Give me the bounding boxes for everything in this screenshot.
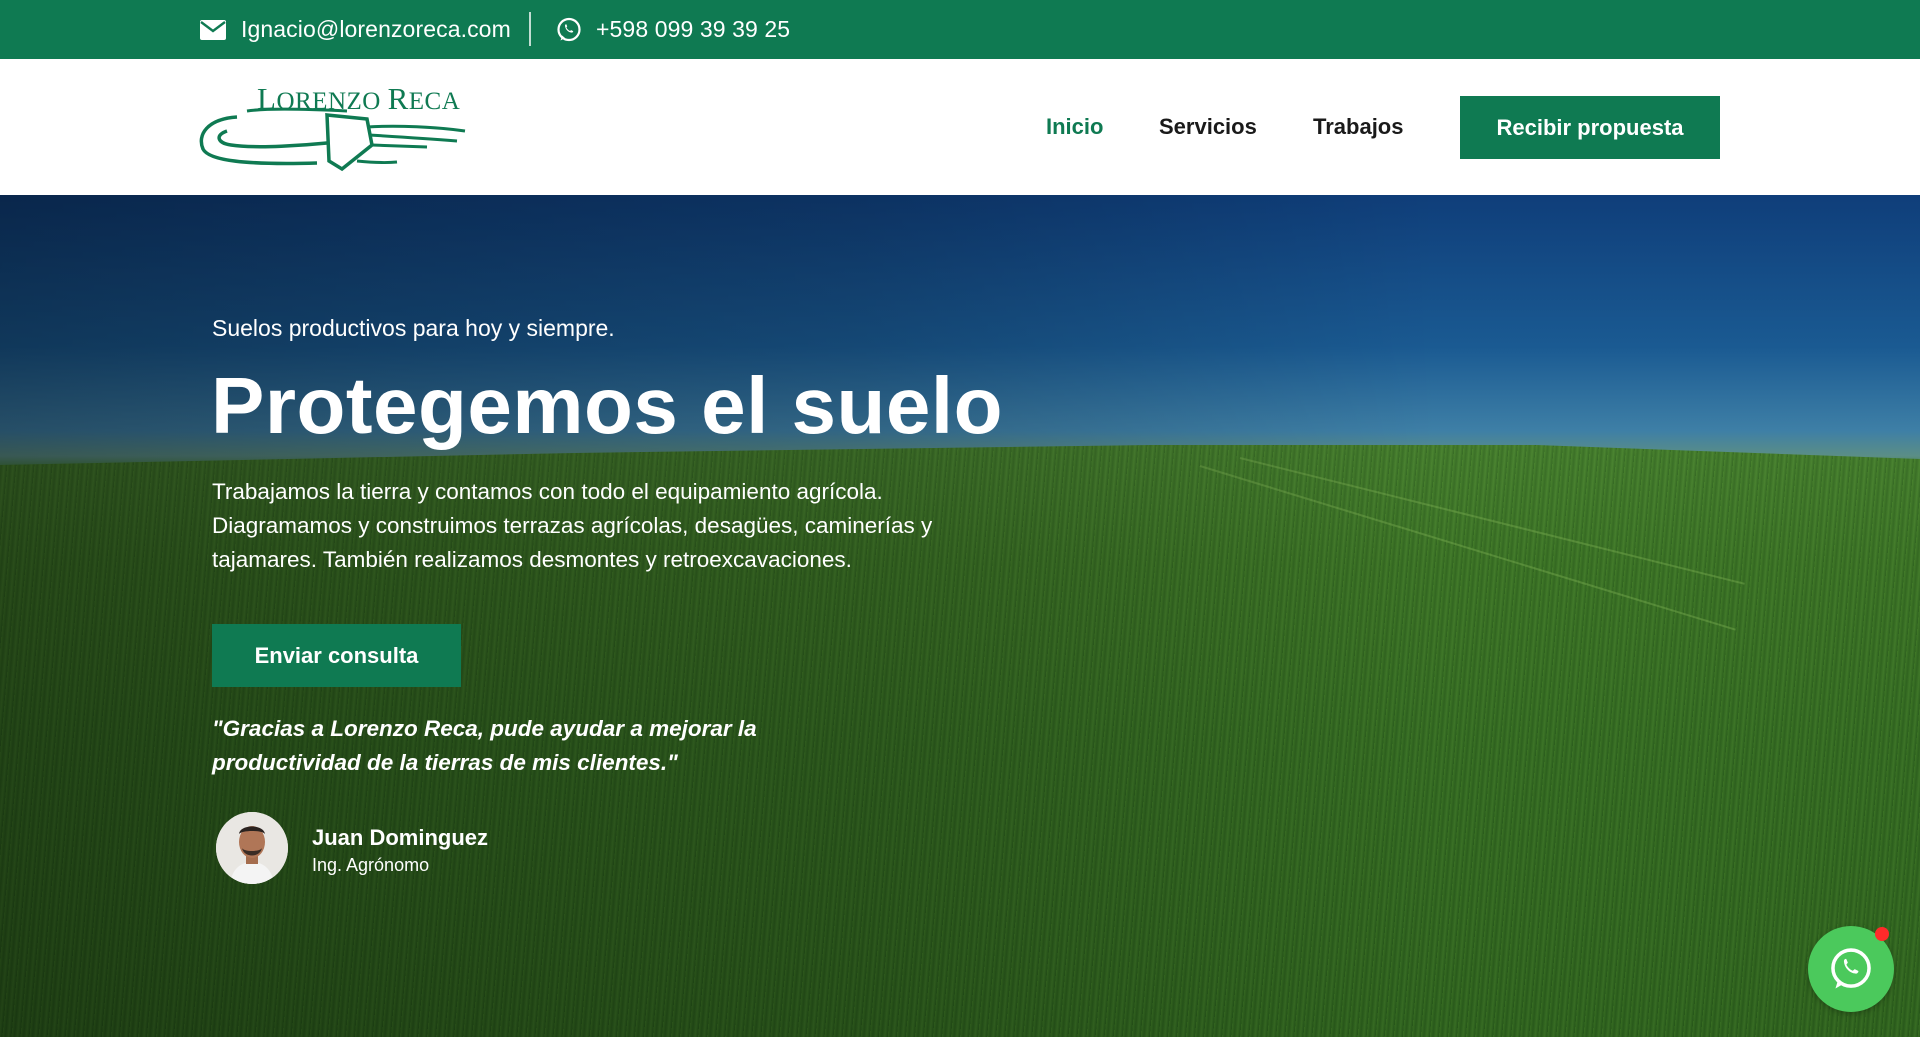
testimonial-author-role: Ing. Agrónomo xyxy=(312,855,430,875)
email-link[interactable]: Ignacio@lorenzoreca.com xyxy=(199,0,511,59)
nav-trabajos[interactable]: Trabajos xyxy=(1313,59,1403,195)
top-contact-bar: Ignacio@lorenzoreca.com +598 099 39 39 2… xyxy=(0,0,1920,59)
testimonial-author-name: Juan Dominguez xyxy=(312,825,489,850)
nav-inicio[interactable]: Inicio xyxy=(1046,59,1103,195)
phone-link[interactable]: +598 099 39 39 25 xyxy=(556,0,790,59)
avatar xyxy=(216,812,288,884)
hero-description: Trabajamos la tierra y contamos con todo… xyxy=(212,479,933,572)
whatsapp-icon xyxy=(1831,948,1871,989)
request-proposal-button[interactable]: Recibir propuesta xyxy=(1460,96,1720,159)
hero-section: Suelos productivos para hoy y siempre. P… xyxy=(0,195,1920,1037)
hero-title: Protegemos el suelo xyxy=(211,361,1003,450)
plough-logo-icon xyxy=(199,107,466,172)
testimonial-quote: "Gracias a Lorenzo Reca, pude ayudar a m… xyxy=(212,716,757,775)
person-avatar-icon xyxy=(216,812,288,884)
notification-dot xyxy=(1875,927,1889,941)
send-inquiry-button[interactable]: Enviar consulta xyxy=(212,624,461,687)
site-header: LORENZO RECA Inicio Servicios Trabajos R… xyxy=(0,59,1920,195)
phone-text: +598 099 39 39 25 xyxy=(596,16,791,42)
hero-subtitle: Suelos productivos para hoy y siempre. xyxy=(212,315,615,341)
whatsapp-icon xyxy=(557,17,581,41)
brand-logo[interactable]: LORENZO RECA xyxy=(197,81,467,173)
topbar-divider xyxy=(529,12,531,46)
envelope-icon xyxy=(200,19,226,40)
email-text: Ignacio@lorenzoreca.com xyxy=(241,16,511,42)
nav-servicios[interactable]: Servicios xyxy=(1159,59,1257,195)
